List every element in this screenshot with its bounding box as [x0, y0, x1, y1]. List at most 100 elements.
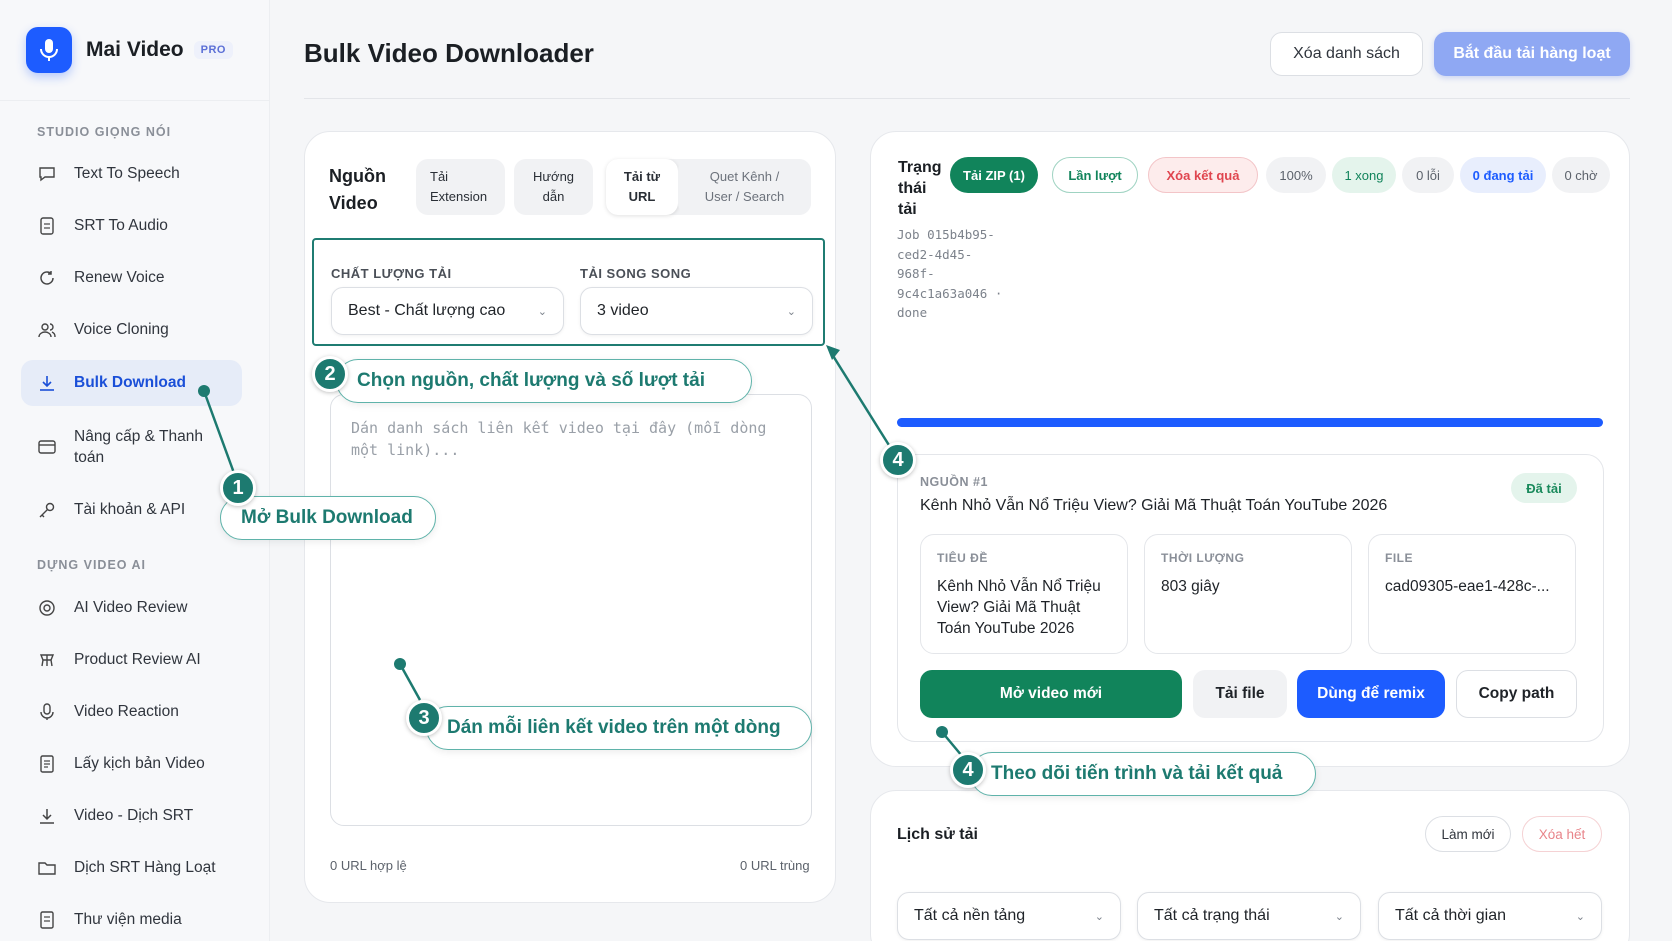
source-number: NGUỒN #1: [920, 475, 988, 489]
sidebar-item-script-extract[interactable]: Lấy kịch bản Video: [21, 742, 242, 786]
download-icon: [37, 373, 57, 393]
title-label: TIÊU ĐỀ: [937, 551, 988, 565]
product-icon: [37, 650, 57, 670]
delete-all-history-button[interactable]: Xóa hết: [1522, 816, 1602, 852]
sidebar-item-batch-srt-translate[interactable]: Dịch SRT Hàng Loạt: [21, 846, 242, 890]
sidebar-item-srt-to-audio[interactable]: SRT To Audio: [21, 204, 242, 248]
sidebar-item-video-reaction[interactable]: Video Reaction: [21, 690, 242, 734]
tutorial-callout-4: Theo dõi tiến trình và tải kết quả: [970, 752, 1316, 796]
chevron-down-icon: ⌄: [1334, 911, 1344, 923]
sidebar-item-upgrade-payment[interactable]: Nâng cấp & Thanh toán: [21, 418, 242, 476]
tab-from-url[interactable]: Tải từ URL: [606, 159, 678, 215]
sidebar-item-label: Tài khoản & API: [74, 501, 186, 518]
download-zip-button[interactable]: Tải ZIP (1): [950, 157, 1038, 193]
parallel-label: TẢI SONG SONG: [580, 266, 692, 281]
step-badge-2: 2: [312, 356, 348, 392]
url-list-textarea[interactable]: Dán danh sách liên kết video tại đây (mỗ…: [330, 394, 812, 826]
progress-bar: [897, 418, 1603, 427]
download-file-button[interactable]: Tải file: [1193, 670, 1287, 718]
section-label-video-ai: DỰNG VIDEO AI: [37, 558, 147, 572]
valid-url-count: 0 URL hợp lệ: [330, 858, 407, 873]
sidebar-item-voice-cloning[interactable]: Voice Cloning: [21, 308, 242, 352]
microphone-icon: [37, 702, 57, 722]
parallel-select[interactable]: 3 video ⌄: [580, 287, 813, 335]
file-label: FILE: [1385, 551, 1413, 565]
sidebar-item-text-to-speech[interactable]: Text To Speech: [21, 152, 242, 196]
folder-icon: [37, 858, 57, 878]
sidebar-item-label: Lấy kịch bản Video: [74, 755, 205, 772]
step-badge-4-status: 4: [880, 442, 916, 478]
job-id-text: Job 015b4b95-ced2-4d45-968f-9c4c1a63a046…: [897, 227, 1003, 320]
pro-badge: PRO: [193, 41, 233, 59]
percent-badge: 100%: [1266, 157, 1326, 193]
clear-list-button[interactable]: Xóa danh sách: [1270, 32, 1423, 76]
start-bulk-download-button[interactable]: Bắt đầu tải hàng loạt: [1434, 32, 1630, 76]
tutorial-callout-1: Mở Bulk Download: [220, 496, 436, 540]
library-icon: [37, 910, 57, 930]
brand[interactable]: Mai Video PRO: [26, 27, 233, 73]
source-name: Kênh Nhỏ Vẫn Nổ Triệu View? Giải Mã Thuậ…: [920, 497, 1388, 514]
sidebar-item-ai-video-review[interactable]: AI Video Review: [21, 586, 242, 630]
tab-guide[interactable]: Hướng dẫn: [514, 159, 593, 215]
sidebar-item-video-srt-translate[interactable]: Video - Dịch SRT: [21, 794, 242, 838]
source-panel-title: Nguồn Video: [329, 166, 386, 213]
title-value: Kênh Nhỏ Vẫn Nổ Triệu View? Giải Mã Thuậ…: [937, 578, 1101, 637]
header-divider: [304, 98, 1630, 99]
sidebar-item-label: Bulk Download: [74, 374, 186, 391]
sidebar-item-label: Renew Voice: [74, 269, 165, 286]
downloading-count-badge: 0 đang tải: [1460, 157, 1546, 193]
info-file-box: FILE cad09305-eae1-428c-...: [1368, 534, 1576, 654]
status-title: Trạng thái tải: [898, 159, 942, 218]
quality-select[interactable]: Best - Chất lượng cao ⌄: [331, 287, 564, 335]
status-filter-select[interactable]: Tất cả trạng thái ⌄: [1137, 892, 1361, 940]
platform-filter-select[interactable]: Tất cả nền tảng ⌄: [897, 892, 1121, 940]
users-icon: [37, 320, 57, 340]
sidebar-item-label: Product Review AI: [74, 651, 201, 668]
sidebar-item-label: AI Video Review: [74, 599, 188, 616]
sidebar-item-media-library[interactable]: Thư viện media: [21, 898, 242, 941]
script-icon: [37, 754, 57, 774]
info-duration-box: THỜI LƯỢNG 803 giây: [1144, 534, 1352, 654]
waiting-count-badge: 0 chờ: [1552, 157, 1610, 193]
open-new-video-button[interactable]: Mở video mới: [920, 670, 1182, 718]
refresh-history-button[interactable]: Làm mới: [1425, 816, 1511, 852]
chevron-down-icon: ⌄: [786, 306, 796, 318]
sidebar-item-label: Dịch SRT Hàng Loạt: [74, 859, 216, 876]
tab-scan-channel[interactable]: Quet Kênh / User / Search: [678, 159, 811, 215]
step-badge-4: 4: [950, 752, 986, 788]
sidebar-item-label: Text To Speech: [74, 165, 180, 182]
sidebar-item-product-review-ai[interactable]: Product Review AI: [21, 638, 242, 682]
sidebar-item-label: Video Reaction: [74, 703, 179, 720]
sidebar-item-account-api[interactable]: Tài khoản & API: [21, 488, 242, 532]
brand-name: Mai Video: [86, 38, 184, 61]
tutorial-callout-3: Dán mỗi liên kết video trên một dòng: [426, 706, 812, 750]
use-for-remix-button[interactable]: Dùng để remix: [1297, 670, 1445, 718]
sidebar-item-renew-voice[interactable]: Renew Voice: [21, 256, 242, 300]
page-title: Bulk Video Downloader: [304, 38, 594, 68]
document-icon: [37, 216, 57, 236]
step-badge-3: 3: [406, 700, 442, 736]
sidebar-item-label: Video - Dịch SRT: [74, 807, 194, 824]
done-count-badge: 1 xong: [1332, 157, 1396, 193]
step-badge-1: 1: [220, 470, 256, 506]
target-icon: [37, 598, 57, 618]
clear-results-button[interactable]: Xóa kết quả: [1148, 157, 1258, 193]
quality-label: CHẤT LƯỢNG TẢI: [331, 266, 452, 281]
sidebar-item-label: SRT To Audio: [74, 217, 168, 234]
refresh-icon: [37, 268, 57, 288]
duplicate-url-count: 0 URL trùng: [740, 858, 810, 873]
history-title: Lịch sử tải: [897, 826, 978, 843]
sidebar: Mai Video PRO STUDIO GIỌNG NÓI Text To S…: [0, 0, 270, 941]
microphone-logo-icon: [26, 27, 72, 73]
error-count-badge: 0 lỗi: [1402, 157, 1454, 193]
chevron-down-icon: ⌄: [1094, 911, 1104, 923]
sequential-button[interactable]: Lần lượt: [1052, 157, 1138, 193]
sidebar-item-bulk-download[interactable]: Bulk Download: [21, 360, 242, 406]
chevron-down-icon: ⌄: [537, 306, 547, 318]
time-filter-select[interactable]: Tất cả thời gian ⌄: [1378, 892, 1602, 940]
divider: [0, 100, 270, 101]
downloaded-badge: Đã tải: [1511, 473, 1577, 503]
copy-path-button[interactable]: Copy path: [1456, 670, 1577, 718]
credit-card-icon: [37, 437, 57, 457]
tab-extension[interactable]: Tải Extension: [416, 159, 505, 215]
